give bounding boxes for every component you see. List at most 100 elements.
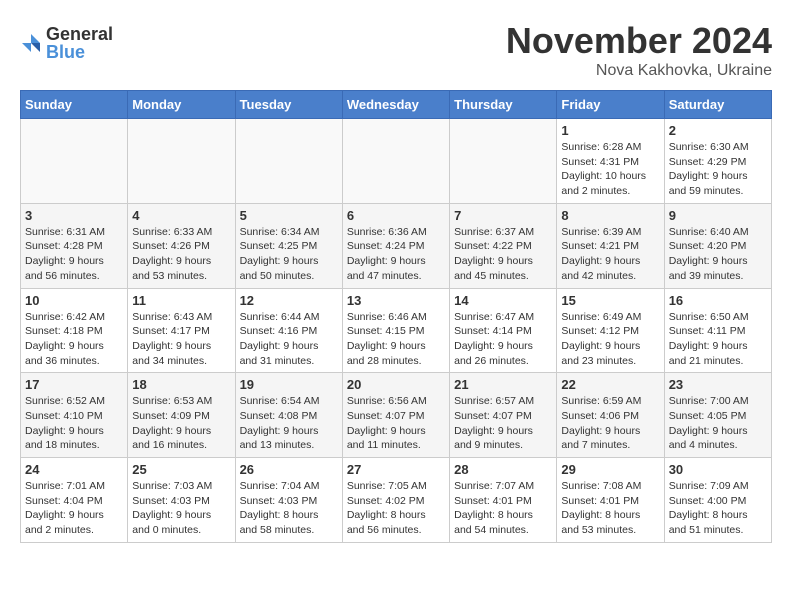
calendar-cell: 23 Sunrise: 7:00 AM Sunset: 4:05 PM Dayli… [664,373,771,458]
day-number: 9 [669,208,767,223]
calendar-cell [21,119,128,204]
day-info: Sunrise: 6:31 AM Sunset: 4:28 PM Dayligh… [25,225,123,284]
day-info: Sunrise: 6:30 AM Sunset: 4:29 PM Dayligh… [669,140,767,199]
weekday-header: Sunday [21,91,128,119]
calendar-cell: 6Sunrise: 6:36 AM Sunset: 4:24 PM Daylig… [342,203,449,288]
calendar-cell: 1 Sunrise: 6:28 AM Sunset: 4:31 PM Daylig… [557,119,664,204]
weekday-header: Wednesday [342,91,449,119]
day-info: Sunrise: 6:40 AM Sunset: 4:20 PM Dayligh… [669,225,767,284]
day-info: Sunrise: 6:56 AM Sunset: 4:07 PM Dayligh… [347,394,445,453]
calendar: SundayMondayTuesdayWednesdayThursdayFrid… [20,90,772,543]
day-number: 10 [25,293,123,308]
day-number: 12 [240,293,338,308]
day-info: Sunrise: 6:49 AM Sunset: 4:12 PM Dayligh… [561,310,659,369]
day-info: Sunrise: 7:00 AM Sunset: 4:05 PM Dayligh… [669,394,767,453]
weekday-header-row: SundayMondayTuesdayWednesdayThursdayFrid… [21,91,772,119]
day-number: 19 [240,377,338,392]
calendar-week-row: 1 Sunrise: 6:28 AM Sunset: 4:31 PM Daylig… [21,119,772,204]
day-info: Sunrise: 6:43 AM Sunset: 4:17 PM Dayligh… [132,310,230,369]
day-info: Sunrise: 6:37 AM Sunset: 4:22 PM Dayligh… [454,225,552,284]
day-number: 18 [132,377,230,392]
logo-icon [20,32,42,54]
calendar-cell: 20 Sunrise: 6:56 AM Sunset: 4:07 PM Dayli… [342,373,449,458]
day-info: Sunrise: 6:34 AM Sunset: 4:25 PM Dayligh… [240,225,338,284]
calendar-cell: 10 Sunrise: 6:42 AM Sunset: 4:18 PM Dayli… [21,288,128,373]
calendar-cell: 15 Sunrise: 6:49 AM Sunset: 4:12 PM Dayli… [557,288,664,373]
calendar-cell: 21 Sunrise: 6:57 AM Sunset: 4:07 PM Dayli… [450,373,557,458]
calendar-week-row: 10 Sunrise: 6:42 AM Sunset: 4:18 PM Dayli… [21,288,772,373]
weekday-header: Tuesday [235,91,342,119]
day-number: 3 [25,208,123,223]
day-number: 22 [561,377,659,392]
day-number: 1 [561,123,659,138]
calendar-cell [342,119,449,204]
day-info: Sunrise: 6:36 AM Sunset: 4:24 PM Dayligh… [347,225,445,284]
calendar-cell: 27 Sunrise: 7:05 AM Sunset: 4:02 PM Dayli… [342,458,449,543]
day-info: Sunrise: 7:09 AM Sunset: 4:00 PM Dayligh… [669,479,767,538]
calendar-cell: 9 Sunrise: 6:40 AM Sunset: 4:20 PM Daylig… [664,203,771,288]
day-info: Sunrise: 6:42 AM Sunset: 4:18 PM Dayligh… [25,310,123,369]
day-number: 29 [561,462,659,477]
day-number: 23 [669,377,767,392]
day-number: 2 [669,123,767,138]
calendar-cell [128,119,235,204]
calendar-cell: 25 Sunrise: 7:03 AM Sunset: 4:03 PM Dayli… [128,458,235,543]
day-number: 14 [454,293,552,308]
calendar-cell: 16 Sunrise: 6:50 AM Sunset: 4:11 PM Dayli… [664,288,771,373]
calendar-cell: 26 Sunrise: 7:04 AM Sunset: 4:03 PM Dayli… [235,458,342,543]
day-info: Sunrise: 7:04 AM Sunset: 4:03 PM Dayligh… [240,479,338,538]
calendar-cell: 13 Sunrise: 6:46 AM Sunset: 4:15 PM Dayli… [342,288,449,373]
calendar-cell [235,119,342,204]
logo-general: General [46,25,113,43]
day-number: 16 [669,293,767,308]
calendar-cell: 30 Sunrise: 7:09 AM Sunset: 4:00 PM Dayli… [664,458,771,543]
day-info: Sunrise: 7:05 AM Sunset: 4:02 PM Dayligh… [347,479,445,538]
calendar-cell: 29 Sunrise: 7:08 AM Sunset: 4:01 PM Dayli… [557,458,664,543]
calendar-cell: 11Sunrise: 6:43 AM Sunset: 4:17 PM Dayli… [128,288,235,373]
day-number: 7 [454,208,552,223]
day-number: 15 [561,293,659,308]
weekday-header: Thursday [450,91,557,119]
day-number: 28 [454,462,552,477]
calendar-cell: 22Sunrise: 6:59 AM Sunset: 4:06 PM Dayli… [557,373,664,458]
calendar-cell: 3 Sunrise: 6:31 AM Sunset: 4:28 PM Daylig… [21,203,128,288]
location-subtitle: Nova Kakhovka, Ukraine [506,62,772,80]
day-number: 27 [347,462,445,477]
day-number: 21 [454,377,552,392]
day-number: 20 [347,377,445,392]
day-info: Sunrise: 7:07 AM Sunset: 4:01 PM Dayligh… [454,479,552,538]
day-number: 4 [132,208,230,223]
weekday-header: Saturday [664,91,771,119]
calendar-cell: 5Sunrise: 6:34 AM Sunset: 4:25 PM Daylig… [235,203,342,288]
calendar-cell: 7 Sunrise: 6:37 AM Sunset: 4:22 PM Daylig… [450,203,557,288]
logo-text: General Blue [46,25,113,61]
header: General Blue November 2024 Nova Kakhovka… [20,20,772,80]
weekday-header: Friday [557,91,664,119]
day-number: 25 [132,462,230,477]
day-info: Sunrise: 6:52 AM Sunset: 4:10 PM Dayligh… [25,394,123,453]
month-title: November 2024 [506,20,772,62]
calendar-cell: 17 Sunrise: 6:52 AM Sunset: 4:10 PM Dayli… [21,373,128,458]
day-info: Sunrise: 7:08 AM Sunset: 4:01 PM Dayligh… [561,479,659,538]
calendar-cell: 28 Sunrise: 7:07 AM Sunset: 4:01 PM Dayli… [450,458,557,543]
day-number: 26 [240,462,338,477]
day-info: Sunrise: 7:03 AM Sunset: 4:03 PM Dayligh… [132,479,230,538]
day-info: Sunrise: 6:54 AM Sunset: 4:08 PM Dayligh… [240,394,338,453]
calendar-cell: 19 Sunrise: 6:54 AM Sunset: 4:08 PM Dayli… [235,373,342,458]
day-number: 30 [669,462,767,477]
calendar-cell: 2 Sunrise: 6:30 AM Sunset: 4:29 PM Daylig… [664,119,771,204]
day-info: Sunrise: 6:28 AM Sunset: 4:31 PM Dayligh… [561,140,659,199]
day-info: Sunrise: 6:33 AM Sunset: 4:26 PM Dayligh… [132,225,230,284]
day-info: Sunrise: 6:46 AM Sunset: 4:15 PM Dayligh… [347,310,445,369]
logo: General Blue [20,25,113,61]
calendar-week-row: 17 Sunrise: 6:52 AM Sunset: 4:10 PM Dayli… [21,373,772,458]
day-number: 24 [25,462,123,477]
day-info: Sunrise: 6:50 AM Sunset: 4:11 PM Dayligh… [669,310,767,369]
calendar-cell [450,119,557,204]
day-number: 8 [561,208,659,223]
day-number: 13 [347,293,445,308]
day-number: 17 [25,377,123,392]
calendar-cell: 8Sunrise: 6:39 AM Sunset: 4:21 PM Daylig… [557,203,664,288]
day-info: Sunrise: 6:57 AM Sunset: 4:07 PM Dayligh… [454,394,552,453]
logo-blue: Blue [46,43,113,61]
